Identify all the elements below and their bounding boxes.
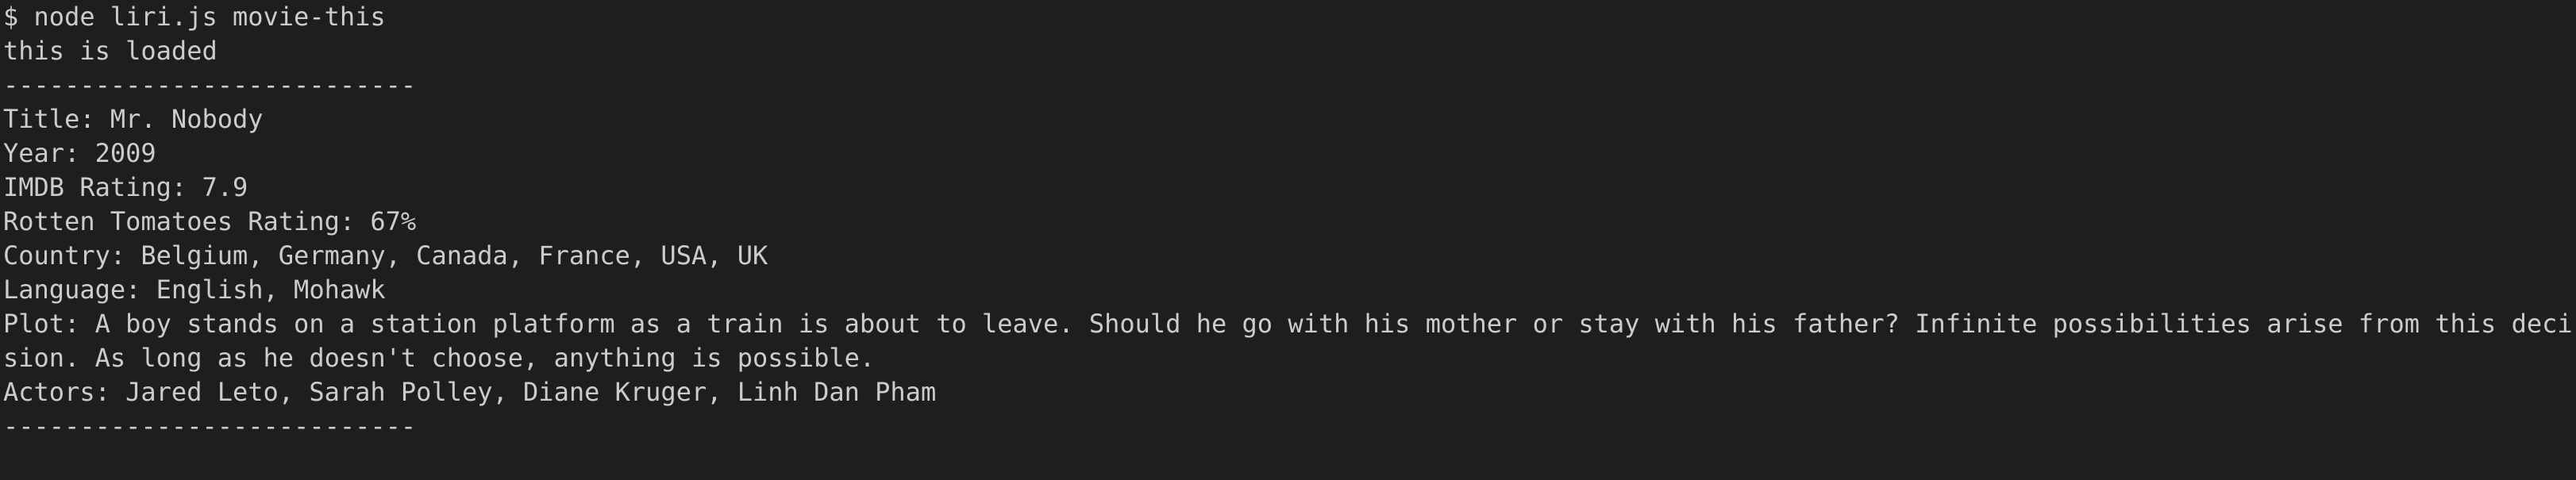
output-line-rotten-tomatoes-rating: Rotten Tomatoes Rating: 67% — [3, 206, 417, 236]
output-line-loaded: this is loaded — [3, 36, 218, 66]
command-prompt-line: $ node liri.js movie-this — [3, 2, 386, 32]
output-line-plot: Plot: A boy stands on a station platform… — [3, 309, 2573, 339]
output-line-plot-continued: sion. As long as he doesn't choose, anyt… — [3, 343, 876, 373]
output-line-language: Language: English, Mohawk — [3, 275, 386, 305]
output-line-year: Year: 2009 — [3, 138, 156, 168]
separator-line-bottom: --------------------------- — [3, 411, 417, 441]
output-line-actors: Actors: Jared Leto, Sarah Polley, Diane … — [3, 377, 937, 407]
terminal-window[interactable]: $ node liri.js movie-this this is loaded… — [0, 0, 2576, 480]
output-line-title: Title: Mr. Nobody — [3, 104, 264, 134]
output-line-imdb-rating: IMDB Rating: 7.9 — [3, 172, 248, 202]
output-line-country: Country: Belgium, Germany, Canada, Franc… — [3, 240, 768, 271]
separator-line-top: --------------------------- — [3, 70, 417, 100]
